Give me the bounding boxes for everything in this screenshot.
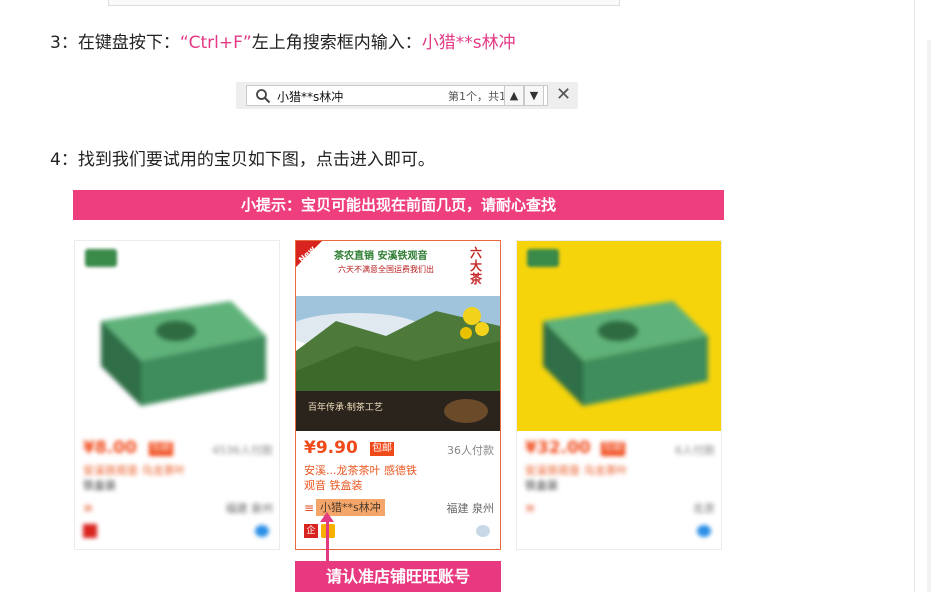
product-title[interactable]: 安溪铁观音 乌龙茶叶 铁盒装 xyxy=(83,463,275,493)
shop-icon: ≡ xyxy=(304,501,315,515)
enterprise-icon: 企 xyxy=(304,524,318,538)
price-row: ¥8.00 包邮 4536人付款 xyxy=(83,438,273,460)
location: 福建 泉州 xyxy=(446,502,495,515)
shop-icon: ≡ xyxy=(83,501,94,515)
scrollbar[interactable] xyxy=(927,40,931,592)
search-icon xyxy=(256,89,271,104)
location: 北京 xyxy=(693,502,715,515)
price-row: ¥9.90 包邮 36人付款 xyxy=(304,438,494,460)
find-input[interactable]: 小猎**s林冲 第1个，共1个 xyxy=(246,85,548,106)
image-slogan: 茶农直销 安溪铁观音 xyxy=(334,251,428,262)
title-line: 安溪铁观音 乌龙茶叶 xyxy=(525,464,628,477)
free-shipping-badge: 包邮 xyxy=(149,442,173,456)
title-line: 铁盒装 xyxy=(83,479,116,492)
previous-match-button[interactable]: ▲ xyxy=(504,85,524,106)
step-3-prefix: 3：在键盘按下： xyxy=(50,33,180,53)
product-title[interactable]: 安溪铁观音 乌龙茶叶 铁盒装 xyxy=(525,463,717,493)
product-title[interactable]: 安溪...龙茶茶叶 感德铁 观音 铁盒装 xyxy=(304,463,496,493)
note-banner: 请认准店铺旺旺账号 xyxy=(295,561,501,592)
paid-count: 6人付款 xyxy=(675,444,715,457)
title-line: 铁盒装 xyxy=(525,479,558,492)
enterprise-icon xyxy=(83,524,97,538)
top-image-edge xyxy=(108,0,620,6)
shop-icon: ≡ xyxy=(525,501,536,515)
location: 福建 泉州 xyxy=(225,502,274,515)
title-line: 安溪铁观音 乌龙茶叶 xyxy=(83,464,186,477)
brand-tag xyxy=(527,249,559,267)
price: ¥8.00 xyxy=(83,438,137,458)
free-shipping-badge: 包邮 xyxy=(601,442,625,456)
product-card[interactable]: ¥8.00 包邮 4536人付款 安溪铁观音 乌龙茶叶 铁盒装 ≡ 福建 泉州 xyxy=(74,240,280,550)
tip-banner: 小提示：宝贝可能出现在前面几页，请耐心查找 xyxy=(73,190,724,220)
badge-row xyxy=(83,524,275,540)
product-card-target[interactable]: New 茶农直销 安溪铁观音 六天不满意全国运费我们出 六大茶 百年传承·制茶工… xyxy=(295,240,501,550)
tea-tin-image xyxy=(101,301,266,406)
pointer-line xyxy=(326,520,329,562)
close-icon[interactable]: ✕ xyxy=(556,84,571,106)
image-side-text: 六大茶 xyxy=(470,246,483,286)
brand-tag xyxy=(85,249,117,267)
keyword-text: 小猎**s林冲 xyxy=(421,33,516,53)
tea-tin-image xyxy=(543,301,708,406)
title-line: 安溪...龙茶茶叶 感德铁 xyxy=(304,464,417,477)
find-query: 小猎**s林冲 xyxy=(277,90,344,104)
title-line: 观音 铁盒装 xyxy=(304,479,363,492)
page-divider xyxy=(914,0,915,592)
shortcut-text: “Ctrl+F” xyxy=(179,33,252,53)
step-3-instruction: 3：在键盘按下：“Ctrl+F”左上角搜索框内输入：小猎**s林冲 xyxy=(50,28,516,53)
price: ¥9.90 xyxy=(304,438,358,458)
next-match-button[interactable]: ▼ xyxy=(524,85,544,106)
step-3-middle: 左上角搜索框内输入： xyxy=(251,33,422,53)
free-shipping-badge: 包邮 xyxy=(370,442,394,456)
wangwang-icon[interactable] xyxy=(255,525,269,537)
step-4-instruction: 4：找到我们要试用的宝贝如下图，点击进入即可。 xyxy=(50,150,435,170)
price: ¥32.00 xyxy=(525,438,591,458)
image-caption: 百年传承·制茶工艺 xyxy=(308,403,383,413)
shop-row: ≡ 北京 xyxy=(525,499,717,517)
badge-row xyxy=(525,524,717,540)
product-card[interactable]: ¥32.00 包邮 6人付款 安溪铁观音 乌龙茶叶 铁盒装 ≡ 北京 xyxy=(516,240,722,550)
paid-count: 36人付款 xyxy=(447,444,494,457)
price-row: ¥32.00 包邮 6人付款 xyxy=(525,438,715,460)
shop-row: ≡ 福建 泉州 xyxy=(83,499,275,517)
image-slogan-sub: 六天不满意全国运费我们出 xyxy=(338,265,434,274)
product-image[interactable]: New 茶农直销 安溪铁观音 六天不满意全国运费我们出 六大茶 百年传承·制茶工… xyxy=(296,241,500,431)
badge-row: 企 xyxy=(304,524,496,540)
paid-count: 4536人付款 xyxy=(212,444,273,457)
wangwang-icon[interactable] xyxy=(697,525,711,537)
find-bar: 小猎**s林冲 第1个，共1个 ▲ ▼ ✕ xyxy=(236,82,578,109)
wangwang-icon[interactable] xyxy=(476,525,490,537)
product-image[interactable] xyxy=(517,241,721,431)
product-image[interactable] xyxy=(75,241,279,431)
